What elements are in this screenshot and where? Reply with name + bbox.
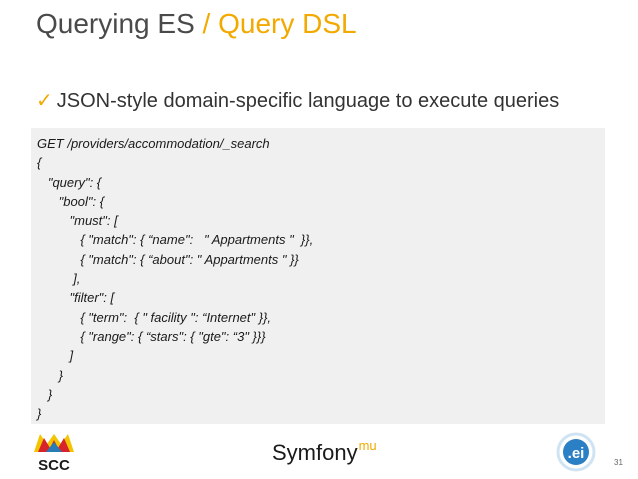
- logo-text: SCC: [38, 457, 70, 474]
- code-line: { "range": { “stars": { "gte": “3" }}}: [37, 328, 266, 344]
- code-block: GET /providers/accommodation/_search { "…: [31, 128, 605, 424]
- slide-title-main: Querying ES: [36, 8, 195, 39]
- code-line: ]: [37, 348, 74, 364]
- slide-title-separator: /: [194, 8, 219, 39]
- code-line: { "term": { " facility ": “Internet" }},: [37, 309, 272, 325]
- code-line: "bool": {: [37, 193, 105, 209]
- slide-title-sub: Query DSL: [218, 8, 357, 39]
- check-icon: ✓: [36, 90, 53, 112]
- code-line: "query": {: [37, 174, 102, 190]
- brand-name: Symfony: [272, 440, 358, 465]
- code-line: }: [37, 406, 42, 422]
- code-line: }: [37, 386, 53, 402]
- code-line: "filter": [: [37, 290, 115, 306]
- code-line: {: [37, 155, 42, 171]
- symfony-mu-logo: Symfonymu: [272, 438, 377, 466]
- page-number: 31: [614, 458, 623, 467]
- bullet-text: JSON-style domain-specific language to e…: [56, 90, 560, 112]
- code-line: "must": [: [37, 213, 118, 229]
- scc-logo: SCC: [34, 434, 74, 474]
- code-line: { "match": { “name": " Appartments " }},: [37, 232, 314, 248]
- code-line: { "match": { “about": " Appartments " }}: [37, 251, 299, 267]
- ei-logo: .ei: [556, 432, 596, 472]
- brand-superscript: mu: [358, 438, 377, 453]
- code-line: ],: [37, 271, 81, 287]
- code-line: }: [37, 367, 64, 383]
- slide-title: Querying ES / Query DSL: [36, 6, 357, 42]
- slide-footer: SCC Symfonymu .ei 31: [0, 428, 638, 479]
- code-line: GET /providers/accommodation/_search: [37, 136, 270, 151]
- logo-ei-text: .ei: [568, 445, 585, 462]
- bullet-item: ✓ JSON-style domain-specific language to …: [36, 88, 559, 114]
